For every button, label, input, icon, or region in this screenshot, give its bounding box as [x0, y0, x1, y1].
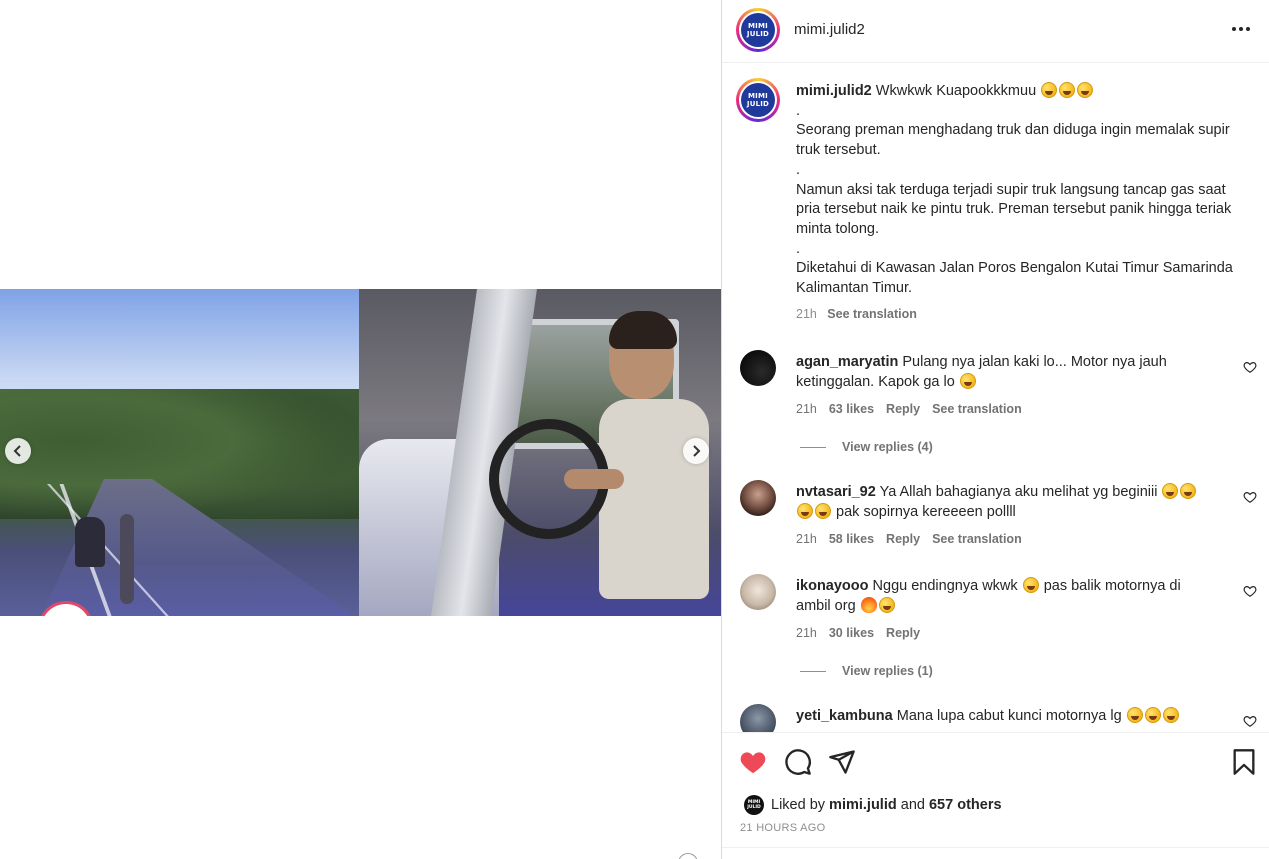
caption-time: 21h: [796, 306, 817, 321]
post-video[interactable]: [0, 289, 721, 616]
caption-avatar[interactable]: MIMI JULID: [736, 78, 780, 122]
next-slide-button[interactable]: [683, 438, 709, 464]
liked-by-username[interactable]: mimi.julid: [829, 797, 897, 813]
rofl-emoji-icon: [1077, 82, 1094, 98]
avatar[interactable]: [740, 704, 776, 732]
comments-scroll-area[interactable]: MIMI JULID mimi.julid2 Wkwkwk Kuapookkkmu…: [722, 64, 1269, 732]
heart-icon[interactable]: [739, 748, 767, 776]
heart-icon[interactable]: [1243, 490, 1257, 504]
heart-icon[interactable]: [1243, 714, 1257, 728]
divider: [722, 847, 1269, 848]
heart-icon[interactable]: [1243, 360, 1257, 374]
comment-username[interactable]: yeti_kambuna: [796, 708, 893, 724]
post-side-panel: MIMI JULID mimi.julid2 MIMI JULID mimi.jul…: [721, 0, 1269, 859]
laughing-emoji-icon: [959, 373, 976, 389]
heart-icon[interactable]: [1243, 584, 1257, 598]
laughing-emoji-icon: [1162, 483, 1179, 499]
comment-meta: 21h 30 likes Reply: [796, 626, 921, 640]
post-header: MIMI JULID mimi.julid2: [722, 0, 1269, 63]
reply-button[interactable]: Reply: [886, 402, 920, 416]
view-replies-button[interactable]: View replies (4): [800, 440, 933, 454]
share-icon[interactable]: [828, 748, 856, 776]
caption-meta: 21h See translation: [796, 305, 1236, 325]
laughing-emoji-icon: [815, 503, 831, 519]
laughing-emoji-icon: [797, 503, 813, 519]
view-replies-button[interactable]: View replies (1): [800, 664, 933, 678]
carousel-indicator: [678, 853, 698, 859]
laughing-emoji-icon: [1162, 707, 1179, 723]
action-bar: [722, 732, 1269, 859]
laughing-emoji-icon: [1126, 707, 1143, 723]
comment-username[interactable]: nvtasari_92: [796, 484, 876, 500]
fire-emoji-icon: [860, 597, 877, 613]
caption-username[interactable]: mimi.julid2: [796, 83, 872, 99]
avatar[interactable]: [740, 480, 776, 516]
rofl-emoji-icon: [1041, 82, 1058, 98]
avatar[interactable]: [740, 350, 776, 386]
likes-count-link[interactable]: 657 others: [929, 797, 1002, 813]
truck-cab-scene-image: [359, 289, 721, 616]
see-translation-link[interactable]: See translation: [827, 307, 917, 321]
avatar[interactable]: [740, 574, 776, 610]
chevron-right-icon: [693, 445, 701, 457]
comment-meta: 21h 63 likes Reply See translation: [796, 402, 1022, 416]
liked-by: Liked by mimi.julid and 657 others: [771, 797, 1002, 813]
laughing-emoji-icon: [1022, 577, 1039, 593]
comment-username[interactable]: agan_maryatin: [796, 354, 898, 370]
chevron-left-icon: [13, 445, 21, 457]
bookmark-icon[interactable]: [1230, 748, 1258, 776]
rofl-emoji-icon: [1059, 82, 1076, 98]
caption-text: mimi.julid2 Wkwkwk Kuapookkkmuu . Seoran…: [796, 82, 1236, 324]
road-scene-image: [0, 289, 360, 616]
comment-meta: 21h 58 likes Reply See translation: [796, 532, 1022, 546]
laughing-emoji-icon: [1180, 483, 1197, 499]
reply-button[interactable]: Reply: [886, 532, 920, 546]
reply-button[interactable]: Reply: [886, 626, 920, 640]
brand-logo: MIMI JULID: [741, 13, 775, 47]
previous-slide-button[interactable]: [5, 438, 31, 464]
see-translation-link[interactable]: See translation: [932, 532, 1022, 546]
laughing-emoji-icon: [1144, 707, 1161, 723]
media-pane: [0, 0, 721, 859]
author-username[interactable]: mimi.julid2: [794, 21, 865, 38]
comment-username[interactable]: ikonayooo: [796, 578, 869, 594]
laughing-emoji-icon: [878, 597, 895, 613]
more-options-icon[interactable]: [1230, 18, 1252, 40]
brand-logo: MIMI JULID: [741, 83, 775, 117]
comment-icon[interactable]: [784, 748, 812, 776]
liked-by-avatar[interactable]: MIMI JULID: [744, 795, 764, 815]
see-translation-link[interactable]: See translation: [932, 402, 1022, 416]
post-timestamp: 21 HOURS AGO: [740, 822, 826, 834]
author-avatar[interactable]: MIMI JULID: [736, 8, 780, 52]
